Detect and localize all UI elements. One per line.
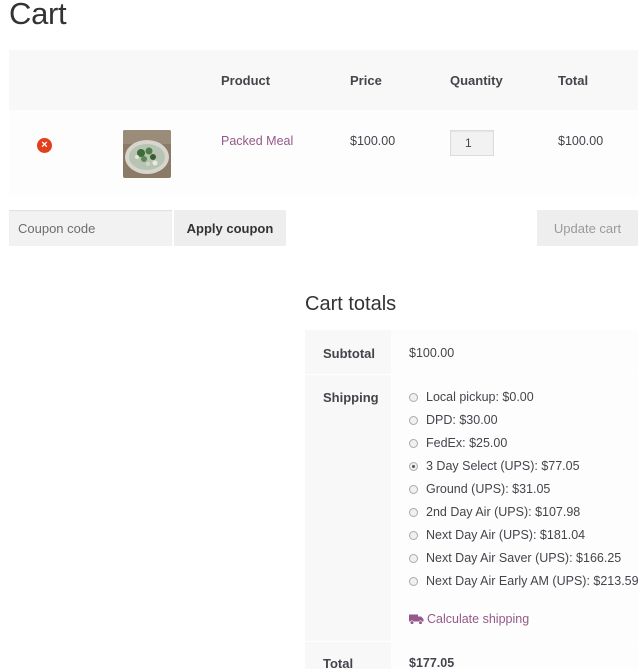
shipping-option-label: FedEx: $25.00 (426, 436, 508, 450)
shipping-option[interactable]: Next Day Air Saver (UPS): $166.25 (409, 551, 621, 565)
shipping-option-label: Next Day Air (UPS): $181.04 (426, 528, 586, 542)
quantity-input[interactable] (450, 130, 494, 156)
row-divider (305, 374, 638, 375)
shipping-option-label: 3 Day Select (UPS): $77.05 (426, 459, 580, 473)
calculate-shipping-link[interactable]: Calculate shipping (409, 611, 529, 627)
item-price: $100.00 (350, 134, 396, 148)
subtotal-label: Subtotal (323, 346, 375, 361)
truck-icon (409, 614, 424, 625)
page-title: Cart (9, 0, 67, 31)
shipping-label: Shipping (323, 390, 379, 405)
product-thumbnail[interactable] (123, 130, 171, 178)
shipping-option[interactable]: Ground (UPS): $31.05 (409, 482, 550, 496)
shipping-option[interactable]: Local pickup: $0.00 (409, 390, 534, 404)
radio-button[interactable] (409, 576, 418, 586)
shipping-option[interactable]: 3 Day Select (UPS): $77.05 (409, 459, 580, 473)
totals-label-column (305, 330, 391, 669)
coupon-code-input[interactable] (9, 210, 172, 246)
product-name-link[interactable]: Packed Meal (221, 134, 293, 148)
header-quantity: Quantity (450, 73, 503, 88)
total-label: Total (323, 656, 354, 669)
shipping-option-label: 2nd Day Air (UPS): $107.98 (426, 505, 581, 519)
radio-button[interactable] (409, 484, 418, 494)
update-cart-button[interactable]: Update cart (537, 210, 638, 246)
radio-button[interactable] (409, 392, 418, 402)
radio-button[interactable] (409, 415, 418, 425)
shipping-option[interactable]: Next Day Air Early AM (UPS): $213.59 (409, 574, 639, 588)
item-total: $100.00 (558, 134, 604, 148)
header-product: Product (221, 73, 271, 88)
radio-button[interactable] (409, 461, 418, 471)
radio-button[interactable] (409, 438, 418, 448)
radio-button[interactable] (409, 507, 418, 517)
radio-button[interactable] (409, 553, 418, 563)
subtotal-value: $100.00 (409, 346, 455, 360)
apply-coupon-button[interactable]: Apply coupon (174, 210, 286, 246)
cart-table: Product Price Quantity Total × Packed Me… (9, 50, 638, 196)
shipping-option[interactable]: 2nd Day Air (UPS): $107.98 (409, 505, 580, 519)
cart-item-row: × Packed Meal $100.00 1 $100.00 (9, 110, 638, 196)
shipping-option[interactable]: FedEx: $25.00 (409, 436, 507, 450)
calculate-shipping-label: Calculate shipping (427, 612, 530, 626)
cart-totals-title: Cart totals (305, 293, 397, 315)
shipping-option-label: DPD: $30.00 (426, 413, 498, 427)
total-value: $177.05 (409, 656, 455, 669)
cart-page: Cart Product Price Quantity Total × Pack… (0, 0, 644, 669)
header-price: Price (350, 73, 382, 88)
cart-table-header: Product Price Quantity Total (9, 50, 638, 110)
header-total: Total (558, 73, 589, 88)
remove-item-icon[interactable]: × (37, 138, 52, 153)
shipping-option-label: Local pickup: $0.00 (426, 390, 534, 404)
shipping-option-label: Next Day Air Saver (UPS): $166.25 (426, 551, 622, 565)
radio-button[interactable] (409, 530, 418, 540)
shipping-option-label: Next Day Air Early AM (UPS): $213.59 (426, 574, 639, 588)
shipping-option[interactable]: DPD: $30.00 (409, 413, 498, 427)
row-divider (305, 641, 638, 642)
shipping-option-label: Ground (UPS): $31.05 (426, 482, 551, 496)
shipping-option[interactable]: Next Day Air (UPS): $181.04 (409, 528, 585, 542)
